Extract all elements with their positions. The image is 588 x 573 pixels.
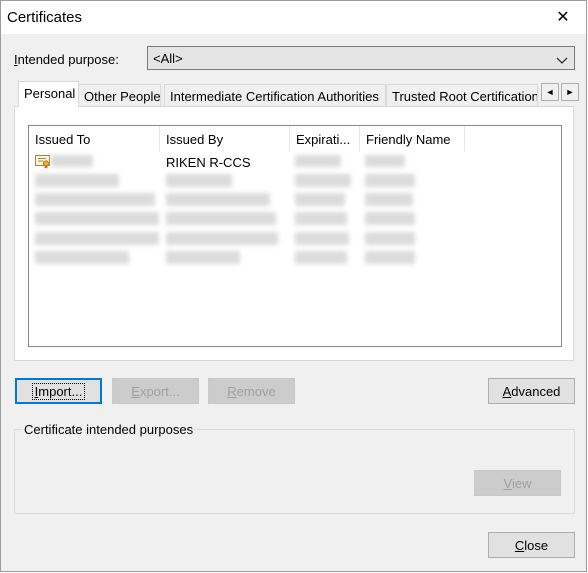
tab-trusted-root-ca[interactable]: Trusted Root Certification Authorities xyxy=(386,84,538,106)
title-bar: Certificates ✕ xyxy=(1,1,586,34)
intended-purpose-dropdown[interactable]: <All> xyxy=(147,46,575,70)
tab-strip: Personal Other People Intermediate Certi… xyxy=(14,81,574,107)
tab-scroll-buttons: ◄ ► xyxy=(539,83,579,101)
close-button[interactable]: Close xyxy=(488,532,575,558)
arrow-left-icon: ◄ xyxy=(545,87,555,97)
certificates-dialog: Certificates ✕ Intended purpose: <All> P… xyxy=(0,0,587,572)
tab-scroll-right-button[interactable]: ► xyxy=(561,83,579,101)
column-header-expiration[interactable]: Expirati... xyxy=(290,126,360,151)
close-window-button[interactable]: ✕ xyxy=(548,5,578,29)
tab-personal[interactable]: Personal xyxy=(18,81,79,107)
column-header-issued-to[interactable]: Issued To xyxy=(29,126,160,151)
tab-intermediate-ca[interactable]: Intermediate Certification Authorities xyxy=(164,84,386,106)
import-button[interactable]: Import... xyxy=(15,378,102,404)
certificate-icon xyxy=(35,155,51,172)
window-title: Certificates xyxy=(7,9,83,26)
tab-other-people[interactable]: Other People xyxy=(78,84,161,106)
arrow-right-icon: ► xyxy=(565,87,575,97)
intended-purpose-value: <All> xyxy=(153,51,183,66)
column-header-friendly-name[interactable]: Friendly Name xyxy=(360,126,465,151)
advanced-button[interactable]: Advanced xyxy=(488,378,575,404)
export-button[interactable]: Export... xyxy=(112,378,199,404)
intended-purposes-group-title: Certificate intended purposes xyxy=(23,422,195,437)
certificate-list[interactable]: Issued To Issued By Expirati... Friendly… xyxy=(28,125,562,347)
issued-by-cell: RIKEN R-CCS xyxy=(166,155,251,170)
close-icon: ✕ xyxy=(556,9,570,26)
view-button[interactable]: View xyxy=(474,470,561,496)
tab-scroll-left-button[interactable]: ◄ xyxy=(541,83,559,101)
intended-purpose-label: Intended purpose: xyxy=(14,52,119,67)
chevron-down-icon xyxy=(556,53,568,68)
column-header-issued-by[interactable]: Issued By xyxy=(160,126,290,151)
remove-button[interactable]: Remove xyxy=(208,378,295,404)
